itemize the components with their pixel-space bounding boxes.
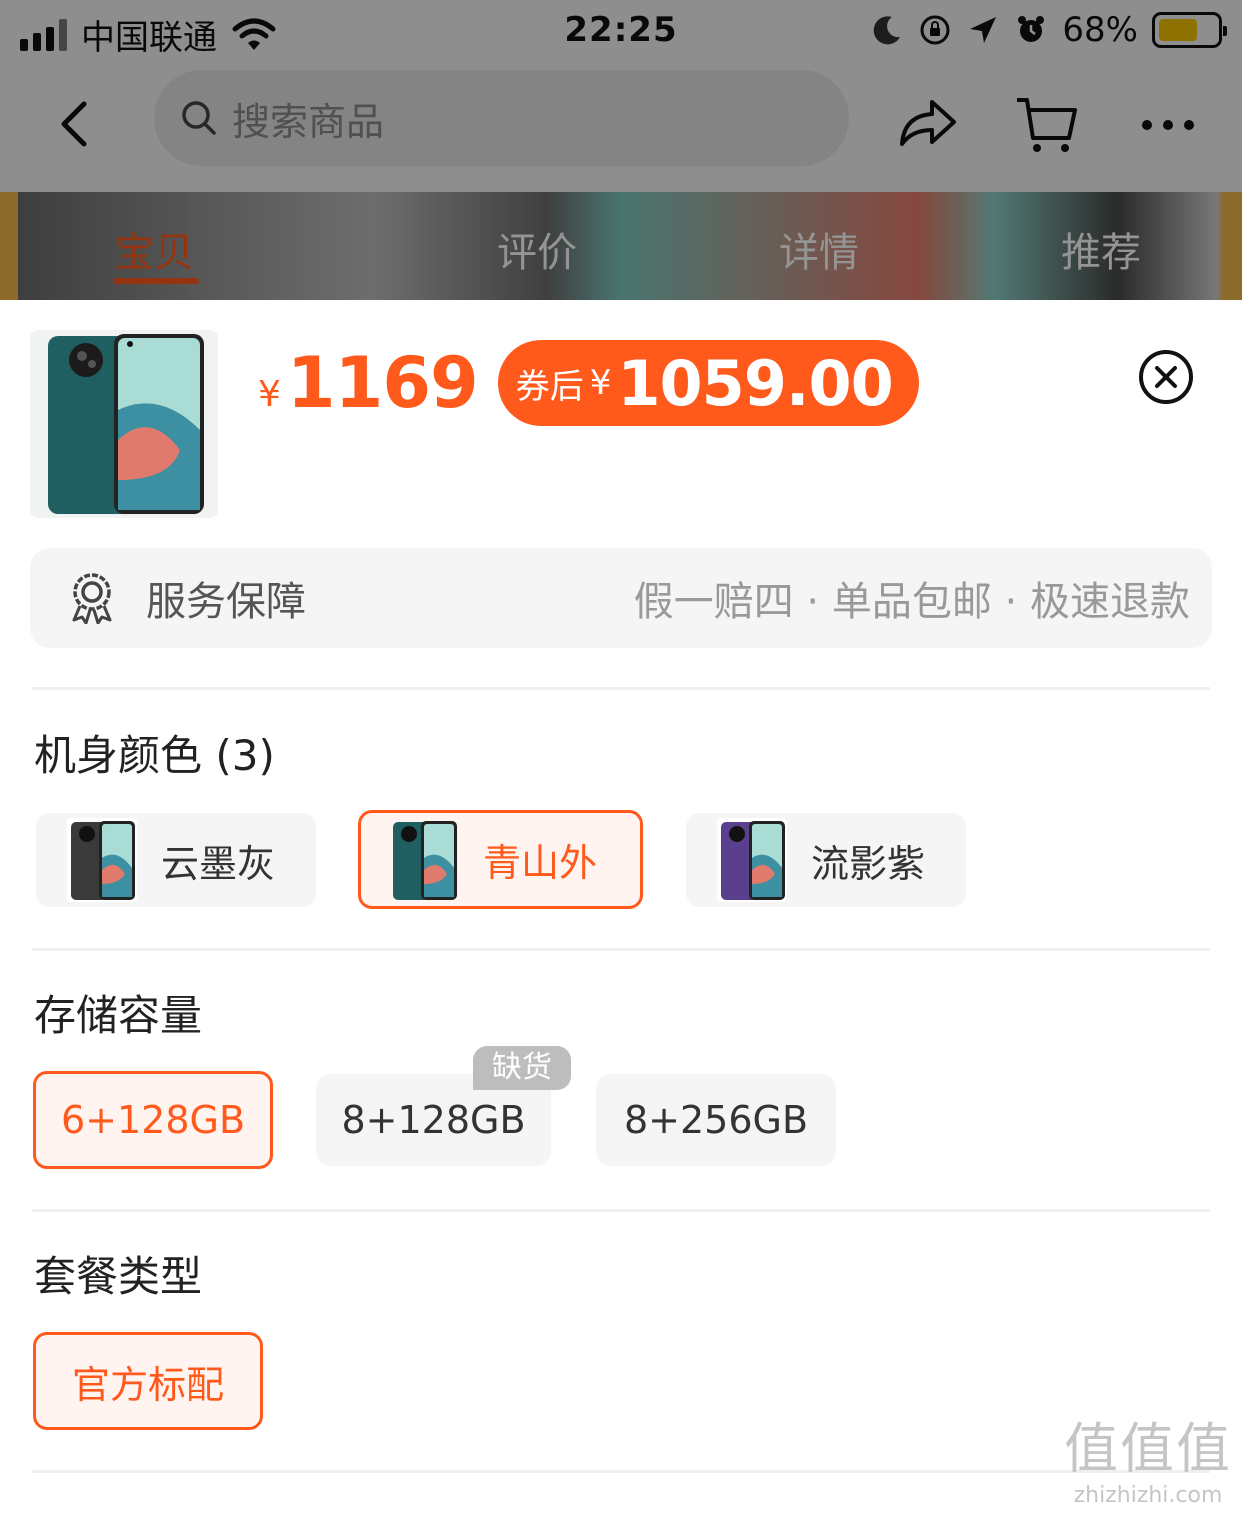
- coupon-currency: ¥: [589, 363, 612, 403]
- package-option-standard[interactable]: 官方标配: [33, 1332, 263, 1430]
- badge-icon: [72, 573, 112, 624]
- price-block: ¥ 1169 券后 ¥ 1059.00: [258, 340, 919, 426]
- color-option-teal[interactable]: 青山外: [358, 810, 643, 909]
- coupon-price-badge: 券后 ¥ 1059.00: [497, 340, 919, 426]
- color-swatch-purple: [717, 818, 787, 902]
- price-currency: ¥: [258, 373, 281, 415]
- color-section-title: 机身颜色 (3): [34, 731, 275, 780]
- close-icon[interactable]: [1137, 348, 1195, 406]
- product-thumbnail: [30, 330, 218, 518]
- out-of-stock-badge: 缺货: [473, 1046, 571, 1090]
- divider: [32, 948, 1210, 951]
- color-swatch-teal: [389, 817, 459, 902]
- background-page: 中国联通 22:25 68% 搜索商品 宝贝 评价 详情 推荐: [0, 0, 1242, 300]
- coupon-price: 1059.00: [617, 346, 893, 420]
- divider: [32, 687, 1210, 690]
- storage-option-6-128[interactable]: 6+128GB: [33, 1071, 273, 1169]
- color-option-gray[interactable]: 云墨灰: [36, 813, 316, 907]
- divider: [32, 1470, 1210, 1473]
- storage-option-8-256[interactable]: 8+256GB: [596, 1074, 836, 1166]
- watermark-site: zhizhizhi.com: [1073, 1483, 1223, 1508]
- coupon-label: 券后: [515, 366, 584, 407]
- service-title: 服务保障: [146, 579, 306, 625]
- watermark: 值值值 zhizhizhi.com: [1064, 1404, 1232, 1508]
- package-section-title: 套餐类型: [34, 1252, 203, 1301]
- sku-sheet: ¥ 1169 券后 ¥ 1059.00 服务保障 假一赔四 · 单品包邮 · 极…: [0, 300, 1242, 1516]
- modal-overlay[interactable]: [0, 0, 1242, 300]
- storage-section-title: 存储容量: [34, 991, 203, 1040]
- divider: [32, 1209, 1210, 1212]
- color-option-label: 流影紫: [811, 841, 926, 886]
- color-option-purple[interactable]: 流影紫: [686, 813, 966, 907]
- price-value: 1169: [286, 342, 479, 424]
- color-option-label: 青山外: [483, 841, 598, 885]
- color-swatch-gray: [67, 818, 137, 902]
- service-desc: 假一赔四 · 单品包邮 · 极速退款: [633, 579, 1190, 625]
- service-guarantee-row[interactable]: 服务保障 假一赔四 · 单品包邮 · 极速退款: [30, 548, 1212, 648]
- watermark-mark: 值值值: [1064, 1417, 1232, 1480]
- color-option-label: 云墨灰: [161, 841, 276, 886]
